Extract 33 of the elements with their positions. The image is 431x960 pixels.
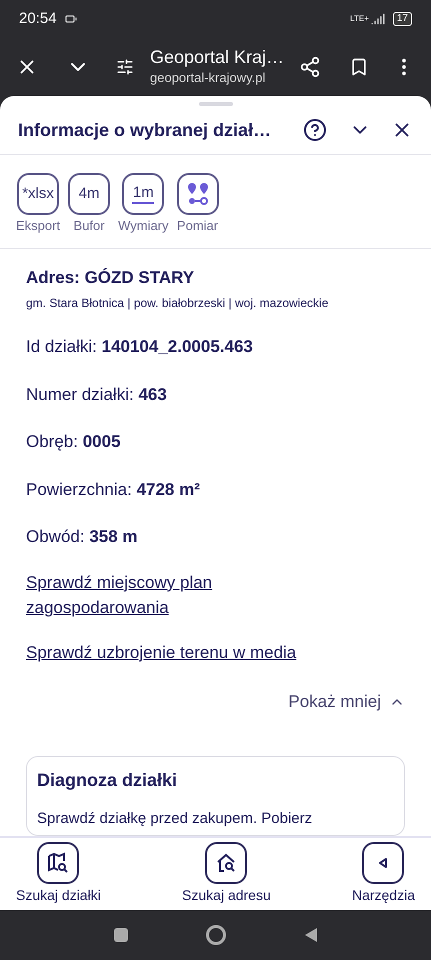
- help-icon[interactable]: [303, 118, 327, 142]
- battery-level: 17: [392, 12, 412, 26]
- page-settings-icon[interactable]: [116, 58, 134, 76]
- show-less-button[interactable]: Pokaż mniej: [288, 688, 405, 714]
- back-button[interactable]: [304, 927, 318, 943]
- home-button[interactable]: [206, 925, 226, 945]
- detail-line: Id działki: 140104_2.0005.463: [26, 336, 254, 358]
- card-text: Sprawdź działkę przed zakupem. Pobierz: [37, 809, 314, 830]
- nav-button[interactable]: Szukaj adresu: [182, 842, 271, 906]
- page-title: Geoportal Kraj…: [150, 46, 286, 68]
- tool-icon-text: 4m: [78, 184, 100, 204]
- detail-line: Numer działki: 463: [26, 384, 168, 406]
- panel-title: Informacje o wybranej dział…: [18, 118, 272, 142]
- network-label: LTE+: [350, 13, 369, 25]
- recents-button[interactable]: [114, 928, 128, 942]
- page-url: geoportal-krajowy.pl: [150, 69, 266, 88]
- link[interactable]: Sprawdź miejscowy plan zagospodarowania: [26, 570, 335, 620]
- card-title: Diagnoza działki: [37, 769, 178, 792]
- share-icon[interactable]: [299, 56, 321, 78]
- nav-button[interactable]: Szukaj działki: [16, 842, 101, 906]
- tool-icon-text: *xlsx: [22, 184, 54, 204]
- address-title: Adres: GÓZD STARY: [26, 266, 196, 289]
- detail-line: Obręb: 0005: [26, 431, 122, 454]
- link[interactable]: Sprawdź uzbrojenie terenu w media: [26, 640, 335, 665]
- drag-handle[interactable]: [198, 102, 232, 106]
- battery-saver-icon: [64, 13, 77, 25]
- map-search-icon: [46, 850, 70, 875]
- signal-icon: [370, 12, 385, 26]
- status-time: 20:54: [19, 8, 57, 29]
- nav-button[interactable]: Narzędzia: [352, 842, 415, 906]
- address-subtitle: gm. Stara Błotnica | pow. białobrzeski | woj. mazowieckie: [26, 295, 330, 312]
- detail-line: Powierzchnia: 4728 m²: [26, 478, 201, 501]
- detail-line: Obwód: 358 m: [26, 526, 139, 548]
